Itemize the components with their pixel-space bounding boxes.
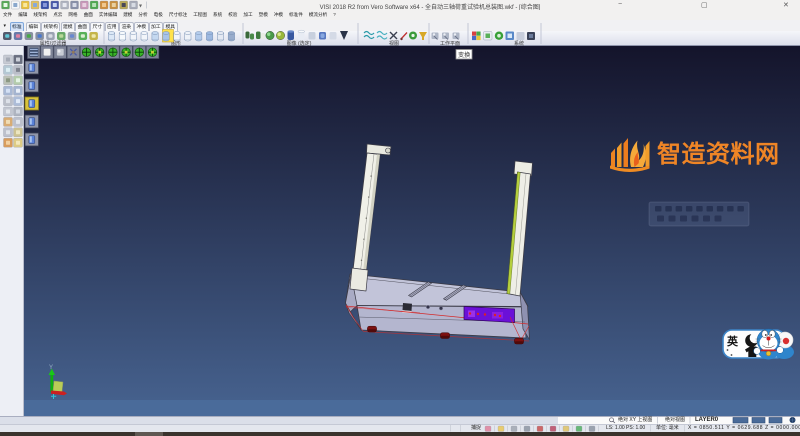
svg-text:英: 英	[726, 334, 739, 348]
svg-text:▾: ▾	[139, 4, 142, 10]
svg-text:变换: 变换	[458, 51, 470, 59]
svg-text:智造资料网: 智造资料网	[657, 140, 780, 168]
